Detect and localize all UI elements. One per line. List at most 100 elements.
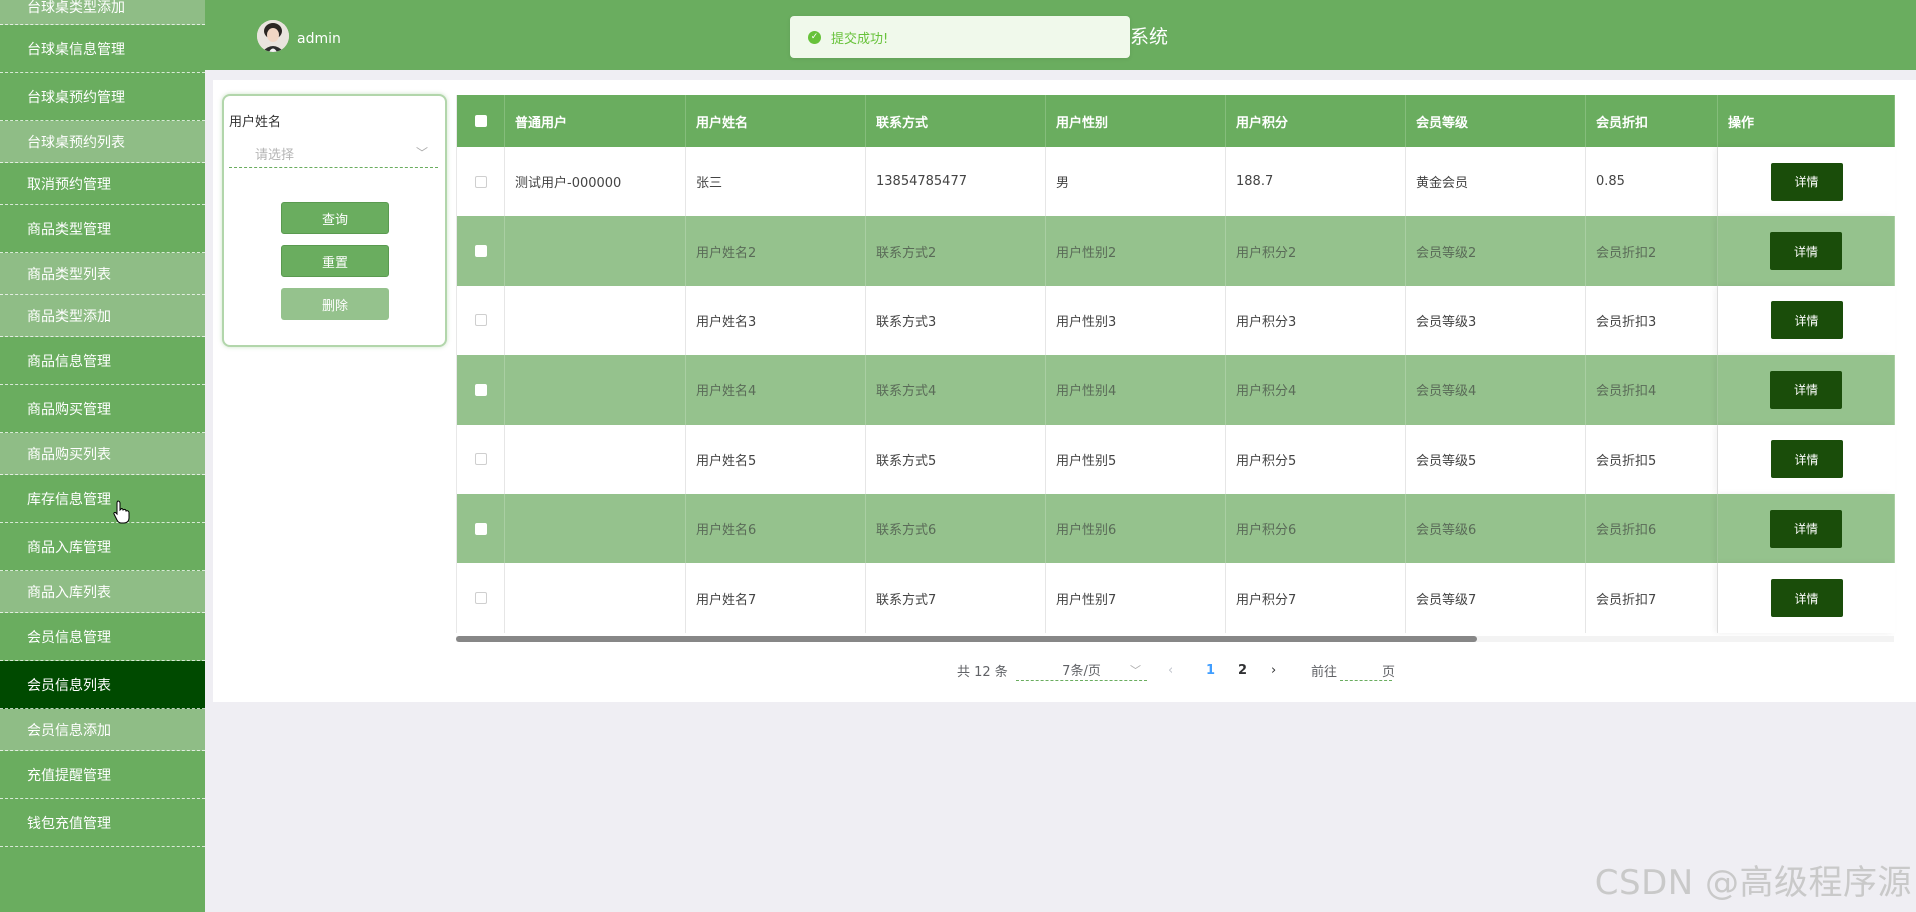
table-cell: 0.85 <box>1586 147 1718 217</box>
table-cell: 用户姓名4 <box>686 355 866 425</box>
horizontal-scrollbar[interactable] <box>456 636 1894 642</box>
table-cell: 用户性别5 <box>1046 424 1226 494</box>
table-row[interactable]: 用户姓名5 联系方式5 用户性别5 用户积分5 会员等级5 会员折扣5 详情 <box>457 424 1895 494</box>
table-cell: 会员等级6 <box>1406 493 1586 564</box>
row-checkbox[interactable] <box>474 383 487 396</box>
sidebar-item[interactable]: 充值提醒管理 <box>0 751 205 799</box>
watermark: CSDN @高级程序源 <box>1594 863 1912 903</box>
table-row[interactable]: 用户姓名6 联系方式6 用户性别6 用户积分6 会员等级6 会员折扣6 详情 <box>457 493 1895 564</box>
sidebar-item[interactable]: 商品类型管理 <box>0 205 205 253</box>
column-header[interactable]: 会员等级 <box>1406 95 1586 147</box>
member-table: 普通用户 用户姓名 联系方式 用户性别 用户积分 会员等级 会员折扣 操作 测试… <box>456 95 1895 633</box>
table-cell: 用户姓名2 <box>686 216 866 286</box>
detail-button[interactable]: 详情 <box>1770 440 1843 479</box>
table-row[interactable]: 测试用户-000000 张三 13854785477 男 188.7 黄金会员 0.85 详情 <box>457 147 1895 217</box>
sidebar-item[interactable]: 台球桌类型添加 <box>0 0 205 25</box>
table-cell <box>505 424 686 494</box>
table-row[interactable]: 用户姓名7 联系方式7 用户性别7 用户积分7 会员等级7 会员折扣7 详情 <box>457 563 1895 633</box>
table-cell: 用户姓名5 <box>686 424 866 494</box>
column-header[interactable]: 用户积分 <box>1226 95 1406 147</box>
table-row[interactable]: 用户姓名4 联系方式4 用户性别4 用户积分4 会员等级4 会员折扣4 详情 <box>457 355 1895 425</box>
row-select-cell <box>457 216 505 286</box>
table-cell: 用户性别7 <box>1046 563 1226 633</box>
action-cell: 详情 <box>1718 286 1895 355</box>
table-cell: 用户性别3 <box>1046 285 1226 356</box>
sidebar-item[interactable]: 库存信息管理 <box>0 475 205 523</box>
avatar[interactable] <box>257 20 289 52</box>
table-cell: 用户积分2 <box>1226 216 1406 286</box>
detail-button[interactable]: 详情 <box>1770 370 1842 409</box>
scrollbar-thumb[interactable] <box>456 636 1477 642</box>
sidebar-item[interactable]: 商品购买管理 <box>0 385 205 433</box>
column-header[interactable]: 用户姓名 <box>686 95 866 147</box>
row-select-cell <box>457 424 505 494</box>
table-header-row: 普通用户 用户姓名 联系方式 用户性别 用户积分 会员等级 会员折扣 操作 <box>457 95 1895 147</box>
sidebar-item[interactable]: 商品类型添加 <box>0 295 205 337</box>
detail-button[interactable]: 详情 <box>1770 509 1842 548</box>
table-cell: 用户积分5 <box>1226 424 1406 494</box>
delete-button[interactable]: 删除 <box>281 288 389 320</box>
detail-button[interactable]: 详情 <box>1770 162 1843 201</box>
select-all-checkbox[interactable] <box>474 115 487 127</box>
table-cell: 联系方式7 <box>866 563 1046 633</box>
detail-button[interactable]: 详情 <box>1770 579 1843 618</box>
detail-button[interactable]: 详情 <box>1770 301 1843 340</box>
row-checkbox[interactable] <box>474 453 487 466</box>
column-header[interactable]: 会员折扣 <box>1586 95 1718 147</box>
row-checkbox[interactable] <box>474 592 487 605</box>
sidebar-item[interactable]: 商品信息管理 <box>0 337 205 385</box>
page-number[interactable]: 1 <box>1206 659 1215 681</box>
sidebar-item[interactable]: 台球桌预约列表 <box>0 121 205 163</box>
action-cell: 详情 <box>1718 355 1895 425</box>
table-cell: 黄金会员 <box>1406 147 1586 217</box>
sidebar-item[interactable]: 商品购买列表 <box>0 433 205 475</box>
table-cell: 联系方式3 <box>866 285 1046 356</box>
action-cell: 详情 <box>1718 425 1895 494</box>
column-header[interactable]: 普通用户 <box>505 95 686 147</box>
page-size-select[interactable]: 7条/页 ﹀ <box>1016 659 1147 681</box>
sidebar-item[interactable]: 钱包充值管理 <box>0 799 205 847</box>
column-header[interactable]: 联系方式 <box>866 95 1046 147</box>
table-row[interactable]: 用户姓名3 联系方式3 用户性别3 用户积分3 会员等级3 会员折扣3 详情 <box>457 285 1895 356</box>
search-label: 用户姓名 <box>229 115 282 130</box>
user-name-select[interactable]: 请选择 ﹀ <box>229 140 438 168</box>
sidebar-item[interactable]: 取消预约管理 <box>0 163 205 205</box>
table-cell: 男 <box>1046 147 1226 217</box>
row-select-cell <box>457 563 505 633</box>
sidebar-item[interactable]: 会员信息管理 <box>0 613 205 661</box>
table-cell: 会员折扣3 <box>1586 285 1718 356</box>
sidebar-item[interactable]: 商品入库列表 <box>0 571 205 613</box>
column-header[interactable]: 用户性别 <box>1046 95 1226 147</box>
row-checkbox[interactable] <box>474 245 487 258</box>
row-checkbox[interactable] <box>474 175 487 188</box>
table-cell <box>505 563 686 633</box>
reset-button[interactable]: 重置 <box>281 245 389 277</box>
hand-cursor-icon <box>113 500 130 524</box>
sidebar-item[interactable]: 台球桌预约管理 <box>0 73 205 121</box>
table-cell: 联系方式5 <box>866 424 1046 494</box>
row-select-cell <box>457 285 505 356</box>
table-row[interactable]: 用户姓名2 联系方式2 用户性别2 用户积分2 会员等级2 会员折扣2 详情 <box>457 216 1895 286</box>
table-cell: 会员等级4 <box>1406 355 1586 425</box>
table-cell: 联系方式2 <box>866 216 1046 286</box>
goto-label: 前往 <box>1311 664 1338 680</box>
pagination-total: 共 12 条 <box>957 664 1008 680</box>
detail-button[interactable]: 详情 <box>1770 232 1842 271</box>
sidebar-item[interactable]: 商品入库管理 <box>0 523 205 571</box>
table-cell: 用户性别6 <box>1046 493 1226 564</box>
sidebar-item[interactable]: 台球桌信息管理 <box>0 25 205 73</box>
query-button[interactable]: 查询 <box>281 202 389 234</box>
next-page-icon[interactable]: › <box>1271 659 1276 681</box>
prev-page-icon[interactable]: ‹ <box>1168 659 1173 681</box>
page-number[interactable]: 2 <box>1238 659 1247 681</box>
table-cell: 用户姓名3 <box>686 285 866 356</box>
page-title: 系统 <box>1130 26 1169 48</box>
sidebar-item[interactable]: 商品类型列表 <box>0 253 205 295</box>
row-select-cell <box>457 493 505 564</box>
row-checkbox[interactable] <box>474 314 487 327</box>
sidebar-item[interactable]: 会员信息添加 <box>0 709 205 751</box>
table-cell: 用户姓名6 <box>686 493 866 564</box>
username[interactable]: admin <box>297 31 341 47</box>
table-cell: 用户积分3 <box>1226 285 1406 356</box>
row-checkbox[interactable] <box>474 522 487 535</box>
